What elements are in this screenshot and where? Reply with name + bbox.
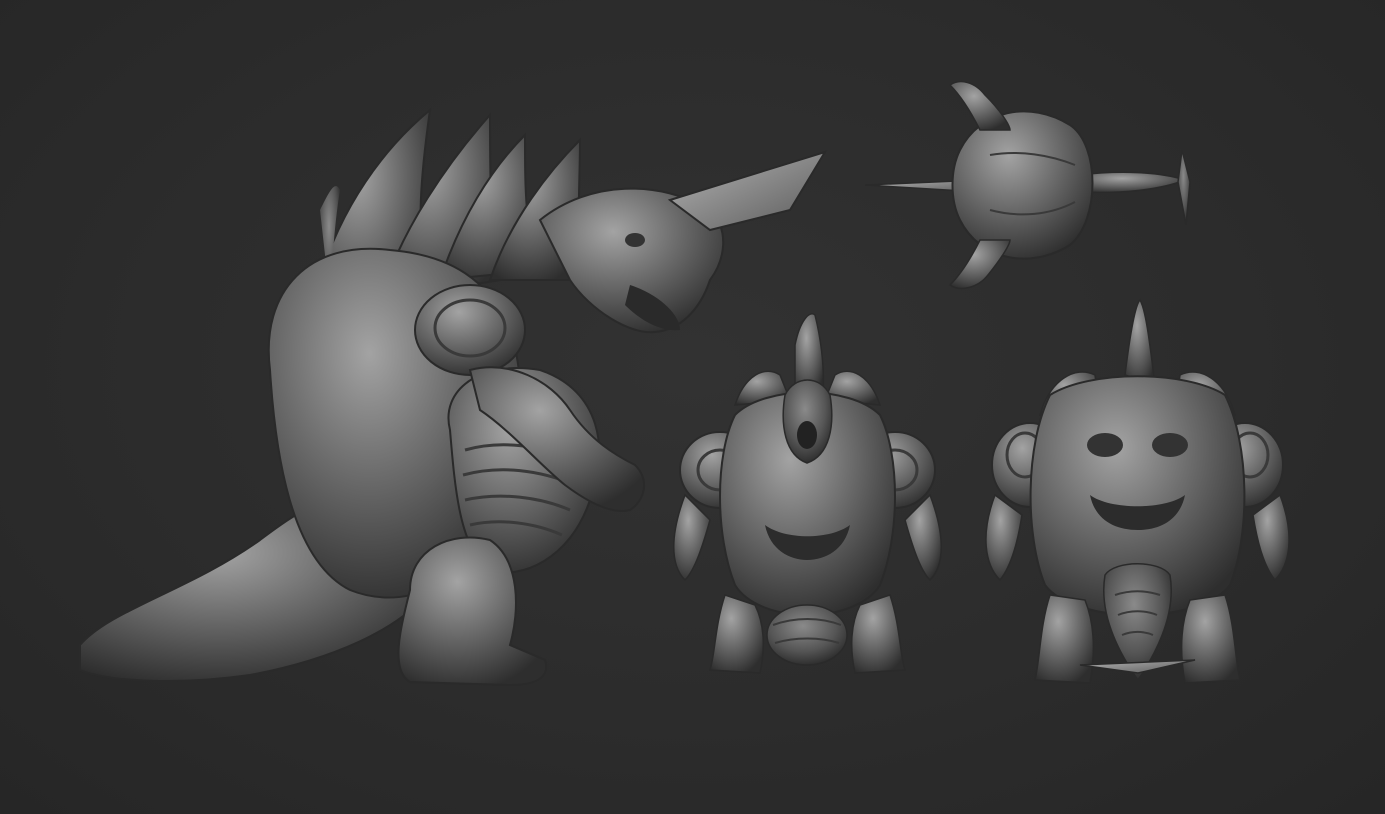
back-view-sculpt: [980, 295, 1295, 690]
monster-front-figure: [673, 313, 942, 674]
top-view-sculpt: [860, 70, 1205, 300]
monster-back-figure: [985, 298, 1290, 684]
sculpt-viewport: [0, 0, 1385, 814]
front-view-sculpt: [655, 305, 960, 685]
monster-top-figure: [864, 80, 1191, 290]
